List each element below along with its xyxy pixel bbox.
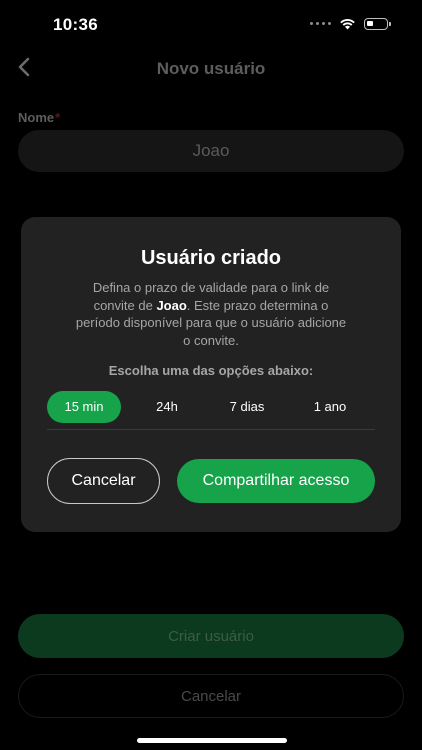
choose-label: Escolha uma das opções abaixo: (108, 363, 314, 378)
option-7-days[interactable]: 7 dias (211, 391, 283, 423)
dialog-description: Defina o prazo de validade para o link d… (75, 280, 347, 348)
create-user-button[interactable]: Criar usuário (18, 614, 404, 658)
dialog-title: Usuário criado (140, 247, 282, 269)
validity-options: 15 min 24h 7 dias 1 ano (47, 389, 375, 430)
user-name: Joao (156, 297, 187, 313)
option-24h[interactable]: 24h (131, 391, 203, 423)
home-indicator (137, 738, 287, 743)
cancel-button[interactable]: Cancelar (18, 674, 404, 718)
dialog-cancel-button[interactable]: Cancelar (47, 458, 160, 504)
nav-bar: Novo usuário (0, 50, 422, 86)
option-1-year[interactable]: 1 ano (293, 391, 367, 423)
name-input[interactable] (18, 130, 404, 172)
page-title: Novo usuário (156, 59, 266, 78)
user-created-dialog: Usuário criado Defina o prazo de validad… (21, 217, 401, 532)
option-15-min[interactable]: 15 min (47, 391, 121, 423)
share-access-button[interactable]: Compartilhar acesso (177, 459, 375, 503)
name-label: Nome* (18, 110, 61, 125)
required-mark: * (55, 110, 61, 125)
